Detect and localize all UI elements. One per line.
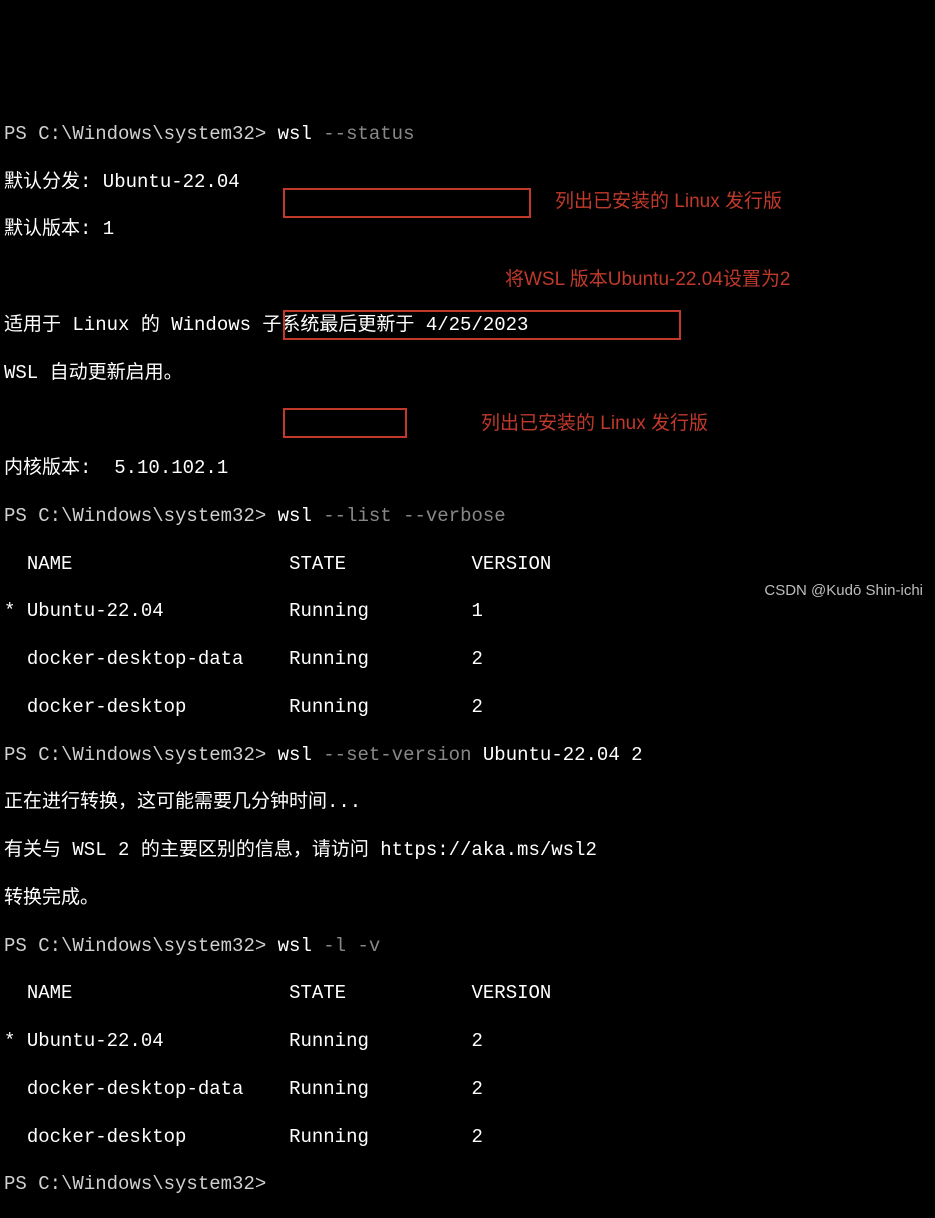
- output-line: 内核版本: 5.10.102.1: [4, 457, 931, 481]
- ps-prompt: PS C:\Windows\system32>: [4, 1173, 278, 1195]
- table-header: NAME STATE VERSION: [4, 982, 931, 1006]
- ps-prompt: PS C:\Windows\system32>: [4, 935, 278, 957]
- blank-line: [4, 409, 931, 433]
- output-line: 转换完成。: [4, 887, 931, 911]
- table-row: * Ubuntu-22.04 Running 1: [4, 600, 931, 624]
- table-row: docker-desktop Running 2: [4, 1126, 931, 1150]
- ps-prompt: PS C:\Windows\system32>: [4, 123, 278, 145]
- table-header: NAME STATE VERSION: [4, 553, 931, 577]
- output-line: 默认分发: Ubuntu-22.04: [4, 171, 931, 195]
- cmd-wsl: wsl: [278, 505, 324, 527]
- cmd-args: -l -v: [323, 935, 380, 957]
- cmd-wsl: wsl: [278, 123, 324, 145]
- ps-prompt: PS C:\Windows\system32>: [4, 505, 278, 527]
- output-line: 正在进行转换，这可能需要几分钟时间...: [4, 791, 931, 815]
- table-row: * Ubuntu-22.04 Running 2: [4, 1030, 931, 1054]
- annotation-text: 列出已安装的 Linux 发行版: [555, 190, 782, 214]
- cmd-args: --list --verbose: [323, 505, 505, 527]
- ps-prompt: PS C:\Windows\system32>: [4, 744, 278, 766]
- terminal-window[interactable]: PS C:\Windows\system32> wsl --status 默认分…: [4, 99, 931, 1218]
- annotation-text: 列出已安装的 Linux 发行版: [481, 412, 708, 436]
- blank-line: [4, 266, 931, 290]
- output-line: 默认版本: 1: [4, 218, 931, 242]
- cmd-wsl: wsl: [278, 744, 324, 766]
- cmd-wsl: wsl: [278, 935, 324, 957]
- output-line: 适用于 Linux 的 Windows 子系统最后更新于 4/25/2023: [4, 314, 931, 338]
- table-row: docker-desktop Running 2: [4, 696, 931, 720]
- output-line: WSL 自动更新启用。: [4, 362, 931, 386]
- annotation-text: 将WSL 版本Ubuntu-22.04设置为2: [505, 268, 790, 292]
- table-row: docker-desktop-data Running 2: [4, 648, 931, 672]
- cmd-rest: Ubuntu-22.04 2: [472, 744, 643, 766]
- table-row: docker-desktop-data Running 2: [4, 1078, 931, 1102]
- watermark: CSDN @Kudō Shin-ichi: [764, 582, 923, 601]
- output-line: 有关与 WSL 2 的主要区别的信息，请访问 https://aka.ms/ws…: [4, 839, 931, 863]
- cmd-args: --set-version: [323, 744, 471, 766]
- cmd-args: --status: [323, 123, 414, 145]
